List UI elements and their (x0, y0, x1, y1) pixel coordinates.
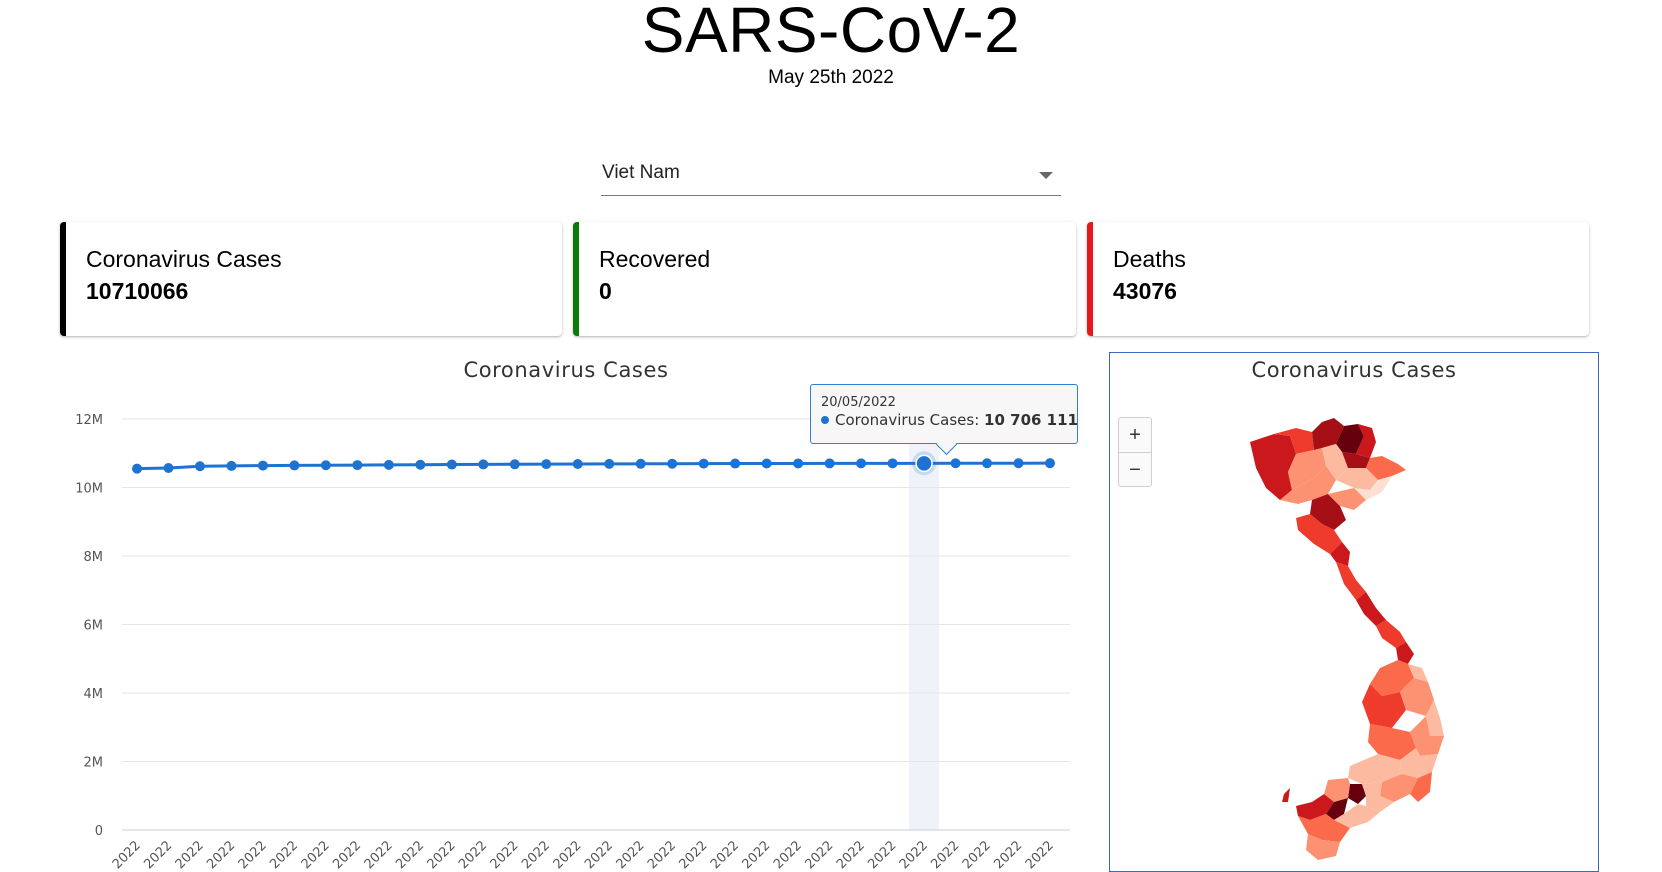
x-tick-label: 2022 (645, 838, 679, 872)
x-tick-label: 2022 (362, 838, 396, 872)
data-point[interactable] (509, 459, 520, 470)
x-tick-label: 2022 (204, 838, 238, 872)
data-point[interactable] (572, 459, 583, 470)
x-tick-label: 2022 (110, 838, 144, 872)
data-point[interactable] (383, 459, 394, 470)
data-point[interactable] (1045, 458, 1055, 469)
tooltip-value: 10 706 111 (984, 411, 1078, 429)
x-tick-label: 2022 (330, 838, 364, 872)
x-tick-label: 2022 (236, 838, 270, 872)
data-point[interactable] (478, 459, 489, 470)
data-point[interactable] (761, 458, 772, 469)
data-point[interactable] (226, 460, 237, 471)
x-tick-label: 2022 (991, 838, 1025, 872)
series-marker-icon (821, 416, 829, 424)
y-tick-label: 8M (84, 550, 104, 565)
x-tick-label: 2022 (299, 838, 333, 872)
x-tick-label: 2022 (141, 838, 175, 872)
data-point[interactable] (698, 458, 709, 469)
data-point[interactable] (163, 462, 174, 473)
x-tick-label: 2022 (551, 838, 585, 872)
data-point[interactable] (352, 460, 363, 471)
zoom-out-button[interactable]: − (1119, 453, 1151, 487)
data-point[interactable] (541, 459, 552, 470)
map-region[interactable] (1250, 434, 1296, 500)
x-tick-label: 2022 (739, 838, 773, 872)
x-tick-label: 2022 (897, 838, 931, 872)
vietnam-choropleth-map[interactable] (1230, 410, 1470, 861)
data-point[interactable] (194, 461, 205, 472)
data-point[interactable] (320, 460, 331, 471)
highlight-point (915, 454, 933, 473)
y-tick-label: 12M (75, 413, 103, 428)
x-tick-label: 2022 (425, 838, 459, 872)
data-point[interactable] (635, 458, 646, 469)
data-point[interactable] (730, 458, 741, 469)
x-tick-label: 2022 (582, 838, 616, 872)
data-point[interactable] (887, 458, 898, 469)
data-point[interactable] (257, 460, 268, 471)
x-tick-label: 2022 (519, 838, 553, 872)
data-point[interactable] (856, 458, 867, 469)
map-zoom-control: + − (1118, 417, 1152, 487)
x-tick-label: 2022 (771, 838, 805, 872)
x-tick-label: 2022 (802, 838, 836, 872)
data-point[interactable] (1013, 458, 1024, 469)
data-point[interactable] (982, 458, 993, 469)
y-tick-label: 10M (75, 482, 103, 497)
x-tick-label: 2022 (708, 838, 742, 872)
map-region[interactable] (1356, 592, 1386, 626)
tooltip-line: Coronavirus Cases: 10 706 111 (821, 411, 1078, 429)
y-tick-label: 2M (84, 756, 104, 771)
x-tick-label: 2022 (173, 838, 207, 872)
map-title: Coronavirus Cases (1251, 358, 1457, 382)
x-tick-label: 2022 (960, 838, 994, 872)
data-point[interactable] (446, 459, 457, 470)
map-region[interactable] (1336, 562, 1366, 600)
x-tick-label: 2022 (834, 838, 868, 872)
x-tick-label: 2022 (928, 838, 962, 872)
x-tick-label: 2022 (1023, 838, 1057, 872)
x-tick-label: 2022 (677, 838, 711, 872)
x-tick-label: 2022 (267, 838, 301, 872)
x-tick-label: 2022 (488, 838, 522, 872)
x-tick-label: 2022 (614, 838, 648, 872)
x-tick-label: 2022 (865, 838, 899, 872)
y-tick-label: 4M (84, 687, 104, 702)
data-point[interactable] (415, 459, 426, 470)
x-tick-label: 2022 (456, 838, 490, 872)
data-point[interactable] (604, 458, 615, 469)
zoom-in-button[interactable]: + (1119, 418, 1151, 453)
y-tick-label: 6M (84, 619, 104, 634)
tooltip-date: 20/05/2022 (821, 395, 896, 410)
map-region[interactable] (1376, 620, 1406, 648)
map-region[interactable] (1282, 788, 1290, 802)
data-point[interactable] (289, 460, 300, 471)
data-point[interactable] (132, 463, 142, 474)
chart-tooltip: 20/05/2022 Coronavirus Cases: 10 706 111 (810, 384, 1078, 456)
data-point[interactable] (667, 458, 678, 469)
data-point[interactable] (824, 458, 835, 469)
x-tick-label: 2022 (393, 838, 427, 872)
data-point[interactable] (950, 458, 961, 469)
tooltip-series-label: Coronavirus Cases: (835, 411, 980, 429)
data-point[interactable] (793, 458, 804, 469)
y-tick-label: 0 (95, 824, 103, 839)
